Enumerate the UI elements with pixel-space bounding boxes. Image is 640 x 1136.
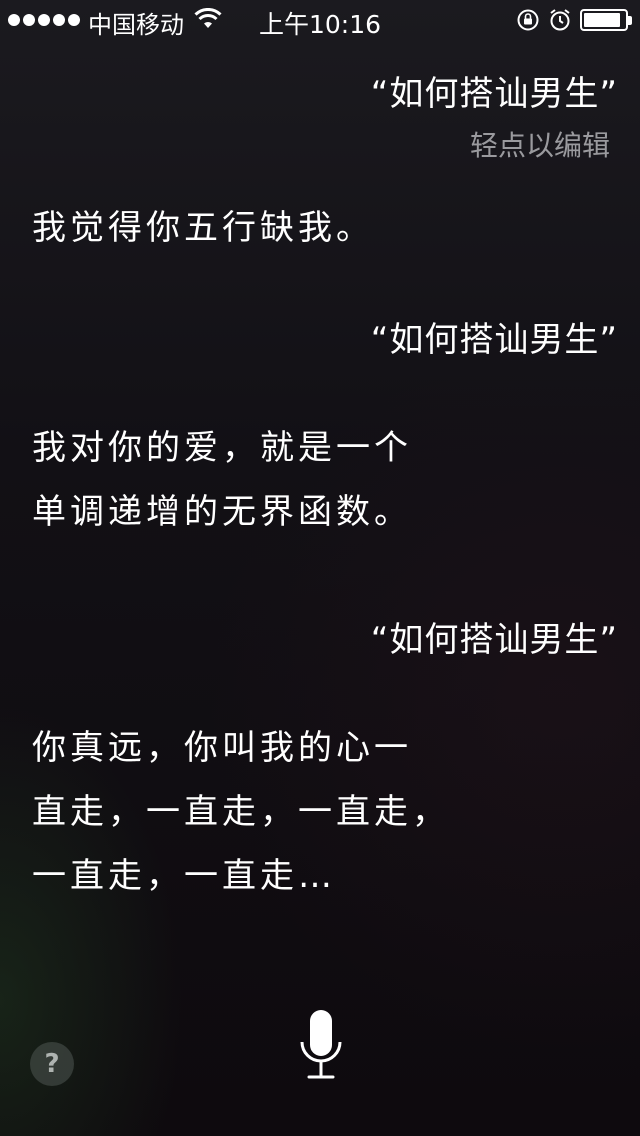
answer-line: 直走，一直走，一直走，	[32, 792, 450, 832]
answer-line: 你真远，你叫我的心一	[32, 728, 412, 768]
siri-answer-3: 你真远，你叫我的心一 直走，一直走，一直走， 一直走，一直走…	[32, 716, 450, 908]
answer-line: 一直走，一直走…	[32, 856, 336, 896]
answer-line: 我觉得你五行缺我。	[32, 208, 374, 248]
answer-line: 单调递增的无界函数。	[32, 492, 412, 532]
user-query-1[interactable]: “如何搭讪男生”	[371, 66, 618, 115]
siri-answer-2: 我对你的爱，就是一个 单调递增的无界函数。	[32, 416, 412, 544]
microphone-icon[interactable]	[296, 1008, 346, 1088]
battery-icon	[580, 9, 628, 31]
status-indicators	[516, 8, 632, 32]
help-button[interactable]: ?	[30, 1042, 74, 1086]
alarm-icon	[550, 9, 570, 31]
battery-level	[584, 13, 620, 27]
answer-line: 我对你的爱，就是一个	[32, 428, 412, 468]
rotation-lock-icon	[517, 9, 539, 31]
user-query-3: “如何搭讪男生”	[370, 620, 618, 660]
user-query-2: “如何搭讪男生”	[370, 320, 618, 360]
status-bar: 中国移动 上午10:16	[0, 0, 640, 40]
tap-to-edit-hint[interactable]: 轻点以编辑	[470, 124, 610, 164]
siri-answer-1: 我觉得你五行缺我。	[32, 196, 374, 260]
